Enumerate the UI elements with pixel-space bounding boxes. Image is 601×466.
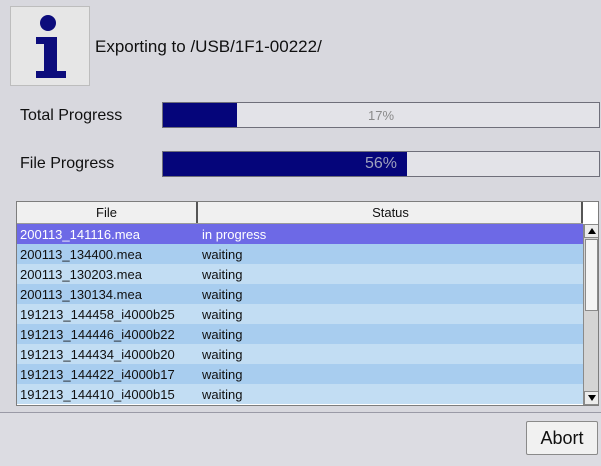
table-row[interactable]: 191213_144458_i4000b25 waiting [17, 304, 583, 324]
row-file-name: 191213_144434_i4000b20 [20, 347, 175, 362]
arrow-down-icon [588, 395, 596, 401]
row-status: waiting [202, 287, 243, 302]
row-file-name: 191213_144410_i4000b15 [20, 387, 175, 402]
file-progress-fill [163, 152, 408, 176]
table-header: File Status [17, 202, 583, 224]
table-row[interactable]: 200113_130203.mea waiting [17, 264, 583, 284]
row-status: in progress [202, 227, 267, 242]
export-dialog: Exporting to /USB/1F1-00222/ Total Progr… [0, 0, 601, 466]
row-status: waiting [202, 387, 243, 402]
row-file-name: 200113_130134.mea [20, 287, 142, 302]
row-status: waiting [202, 307, 243, 322]
table-row[interactable]: 191213_144446_i4000b22 waiting [17, 324, 583, 344]
table-row[interactable]: 191213_144434_i4000b20 waiting [17, 344, 583, 364]
row-status: waiting [202, 367, 243, 382]
row-file-name: 191213_144458_i4000b25 [20, 307, 175, 322]
total-progress-label: Total Progress [20, 107, 123, 124]
table-row[interactable]: 200113_130134.mea waiting [17, 284, 583, 304]
total-progress-bar: 17% [162, 102, 600, 128]
row-status: waiting [202, 267, 243, 282]
file-progress-bar: 56% [162, 151, 600, 177]
row-file-name: 191213_144422_i4000b17 [20, 367, 175, 382]
file-table: File Status 200113_141116.mea in progress… [16, 201, 599, 406]
scroll-up-button[interactable] [584, 224, 598, 238]
row-file-name: 191213_144446_i4000b22 [20, 327, 175, 342]
total-progress-fill [163, 103, 238, 127]
info-icon [36, 15, 66, 78]
row-status: waiting [202, 327, 243, 342]
row-file-name: 200113_130203.mea [20, 267, 142, 282]
table-row[interactable]: 200113_141116.mea in progress [17, 224, 583, 244]
table-row[interactable]: 191213_144422_i4000b17 waiting [17, 364, 583, 384]
dialog-footer: Abort [0, 412, 601, 466]
vertical-scrollbar[interactable] [583, 224, 598, 405]
row-status: waiting [202, 247, 243, 262]
arrow-up-icon [588, 228, 596, 234]
abort-button[interactable]: Abort [526, 421, 598, 455]
scroll-down-button[interactable] [584, 391, 598, 405]
info-icon-box [10, 6, 90, 86]
row-file-name: 200113_141116.mea [20, 227, 140, 242]
export-destination-title: Exporting to /USB/1F1-00222/ [95, 37, 322, 56]
table-row[interactable]: 200113_134400.mea waiting [17, 244, 583, 264]
table-row[interactable]: 191213_144410_i4000b15 waiting [17, 384, 583, 404]
scroll-thumb[interactable] [585, 239, 598, 311]
column-header-status[interactable]: Status [200, 202, 583, 223]
file-progress-label: File Progress [20, 155, 115, 172]
column-header-file[interactable]: File [17, 202, 198, 223]
row-file-name: 200113_134400.mea [20, 247, 142, 262]
row-status: waiting [202, 347, 243, 362]
table-body: 200113_141116.mea in progress 200113_13440… [17, 224, 583, 405]
